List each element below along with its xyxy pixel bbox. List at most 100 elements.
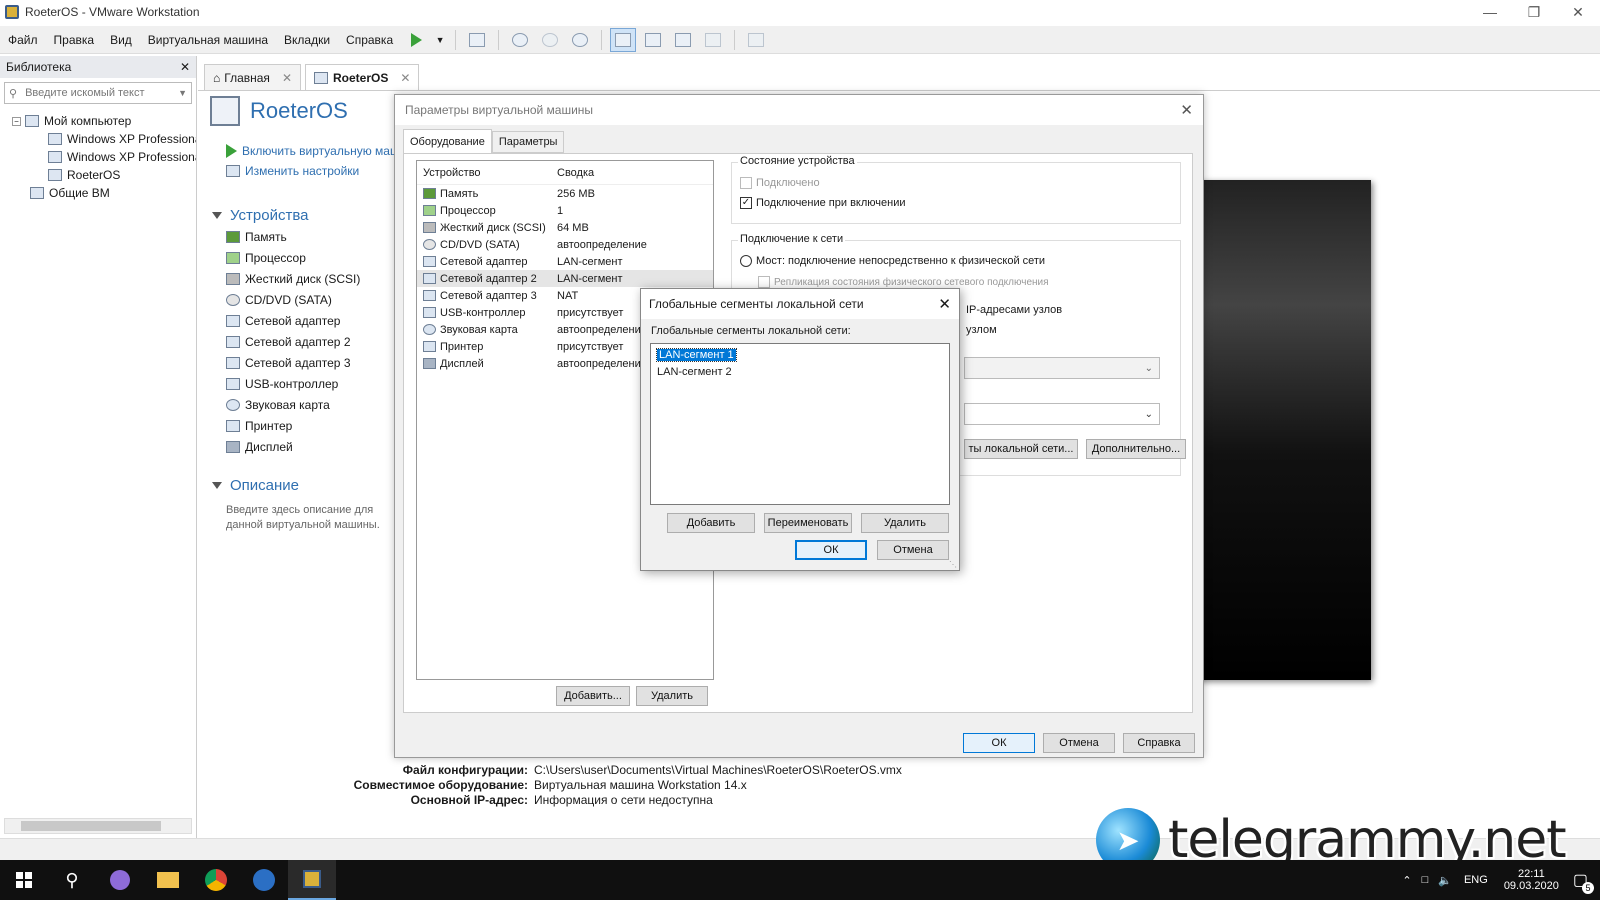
hardware-row[interactable]: Жесткий диск (SCSI) 64 MB (417, 219, 713, 236)
notifications-button[interactable]: ▢ 5 (1573, 870, 1594, 894)
unity-button[interactable] (700, 28, 726, 52)
search-taskbar-button[interactable]: ⚲ (48, 860, 96, 900)
menu-view[interactable]: Вид (102, 33, 140, 47)
collapse-triangle-icon[interactable] (212, 482, 222, 489)
remove-hardware-button[interactable]: Удалить (636, 686, 708, 706)
advanced-button[interactable]: Дополнительно... (1086, 439, 1186, 459)
revert-snapshot-button[interactable] (537, 28, 563, 52)
segments-cancel-button[interactable]: Отмена (877, 540, 949, 560)
console-view-button[interactable] (743, 28, 769, 52)
computer-icon (25, 115, 39, 127)
connect-on-power-checkbox[interactable]: ✓ Подключение при включении (740, 197, 906, 209)
segments-ok-button[interactable]: ОК (795, 540, 867, 560)
add-segment-button[interactable]: Добавить (667, 513, 755, 533)
device-item-network[interactable]: Сетевой адаптер (226, 310, 360, 331)
vm-screen-preview[interactable] (1195, 180, 1371, 680)
device-item-network-2[interactable]: Сетевой адаптер 2 (226, 331, 360, 352)
network-tray-icon[interactable]: □ (1422, 874, 1429, 886)
restore-button[interactable]: ❐ (1512, 0, 1556, 24)
tab-options[interactable]: Параметры (491, 131, 565, 153)
bridged-radio[interactable]: Мост: подключение непосредственно к физи… (740, 255, 1045, 267)
description-placeholder[interactable]: Введите здесь описание для данной виртуа… (226, 503, 394, 533)
search-dropdown-icon[interactable]: ▼ (178, 88, 187, 98)
column-device[interactable]: Устройство (417, 167, 551, 179)
device-item-memory[interactable]: Память (226, 226, 360, 247)
device-item-network-3[interactable]: Сетевой адаптер 3 (226, 352, 360, 373)
app-button[interactable] (240, 860, 288, 900)
device-item-processor[interactable]: Процессор (226, 247, 360, 268)
segment-item-selected[interactable]: LAN-сегмент 1 (656, 346, 943, 363)
close-library-icon[interactable]: ✕ (180, 60, 190, 74)
chrome-button[interactable] (192, 860, 240, 900)
settings-help-button[interactable]: Справка (1123, 733, 1195, 753)
menu-edit[interactable]: Правка (46, 33, 103, 47)
scroll-thumb[interactable] (21, 821, 161, 831)
library-search[interactable]: ⚲ Введите искомый текст ▼ (4, 82, 192, 104)
device-item-usb[interactable]: USB-контроллер (226, 373, 360, 394)
power-on-toolbar-button[interactable] (403, 28, 429, 52)
menu-vm[interactable]: Виртуальная машина (140, 33, 276, 47)
lan-segment-select[interactable]: ⌄ (964, 403, 1160, 425)
thumbnail-bar-button[interactable] (640, 28, 666, 52)
library-panel: Библиотека ✕ ⚲ Введите искомый текст ▼ −… (0, 56, 197, 838)
tree-item-my-computer[interactable]: − Мой компьютер (0, 112, 196, 130)
menu-tabs[interactable]: Вкладки (276, 33, 338, 47)
tree-item-vm[interactable]: Windows XP Professional (0, 130, 196, 148)
minimize-button[interactable]: — (1468, 0, 1512, 24)
lan-segments-button[interactable]: ты локальной сети... (964, 439, 1078, 459)
devices-section-header[interactable]: Устройства (212, 207, 308, 224)
start-button[interactable] (0, 860, 48, 900)
hardware-row[interactable]: Процессор 1 (417, 202, 713, 219)
hardware-row-selected[interactable]: Сетевой адаптер 2 LAN-сегмент (417, 270, 713, 287)
cortana-button[interactable] (96, 860, 144, 900)
close-tab-icon[interactable]: ✕ (400, 71, 410, 85)
segments-list[interactable]: LAN-сегмент 1 LAN-сегмент 2 (650, 343, 950, 505)
menu-file[interactable]: Файл (0, 33, 46, 47)
clock[interactable]: 22:11 09.03.2020 (1504, 868, 1559, 892)
segment-item[interactable]: LAN-сегмент 2 (657, 363, 943, 380)
tree-item-vm[interactable]: Windows XP Professional (0, 148, 196, 166)
snapshot-button[interactable] (507, 28, 533, 52)
description-section-header[interactable]: Описание (212, 477, 299, 494)
device-item-printer[interactable]: Принтер (226, 415, 360, 436)
hardware-row[interactable]: CD/DVD (SATA) автоопределение (417, 236, 713, 253)
tab-home[interactable]: ⌂ Главная ✕ (204, 64, 301, 90)
device-item-display[interactable]: Дисплей (226, 436, 360, 457)
full-screen-button[interactable] (670, 28, 696, 52)
resize-grip-icon[interactable]: ⋱ (949, 560, 957, 569)
volume-icon[interactable]: 🔈 (1438, 874, 1452, 887)
device-item-sound[interactable]: Звуковая карта (226, 394, 360, 415)
column-summary[interactable]: Сводка (551, 167, 713, 179)
vmware-taskbar-button[interactable] (288, 860, 336, 900)
tab-hardware[interactable]: Оборудование (403, 129, 492, 153)
tree-item-roeteros[interactable]: RoeterOS (0, 166, 196, 184)
edit-settings-link[interactable]: Изменить настройки (226, 164, 359, 178)
power-on-link[interactable]: Включить виртуальную машину (226, 144, 419, 158)
add-hardware-button[interactable]: Добавить... (556, 686, 630, 706)
delete-segment-button[interactable]: Удалить (861, 513, 949, 533)
hardware-row[interactable]: Память 256 MB (417, 185, 713, 202)
device-item-cdrom[interactable]: CD/DVD (SATA) (226, 289, 360, 310)
close-tab-icon[interactable]: ✕ (282, 71, 292, 85)
close-window-button[interactable]: ✕ (1556, 0, 1600, 24)
send-ctrl-alt-del-button[interactable] (464, 28, 490, 52)
hardware-row[interactable]: Сетевой адаптер LAN-сегмент (417, 253, 713, 270)
collapse-icon[interactable]: − (12, 116, 21, 126)
device-item-hdd[interactable]: Жесткий диск (SCSI) (226, 268, 360, 289)
settings-ok-button[interactable]: ОК (963, 733, 1035, 753)
close-dialog-icon[interactable]: ✕ (938, 295, 951, 313)
power-dropdown-button[interactable]: ▼ (433, 28, 447, 52)
tab-roeteros[interactable]: RoeterOS ✕ (305, 64, 420, 90)
snapshot-manager-button[interactable] (567, 28, 593, 52)
collapse-triangle-icon[interactable] (212, 212, 222, 219)
library-scrollbar[interactable] (4, 818, 192, 834)
show-library-button[interactable] (610, 27, 637, 52)
rename-segment-button[interactable]: Переименовать (764, 513, 852, 533)
input-language[interactable]: ENG (1464, 874, 1488, 886)
settings-cancel-button[interactable]: Отмена (1043, 733, 1115, 753)
tray-chevron-icon[interactable]: ⌃ (1402, 874, 1411, 887)
tree-item-shared-vms[interactable]: Общие ВМ (0, 184, 196, 202)
menu-help[interactable]: Справка (338, 33, 401, 47)
close-dialog-icon[interactable]: ✕ (1180, 101, 1193, 119)
file-explorer-button[interactable] (144, 860, 192, 900)
